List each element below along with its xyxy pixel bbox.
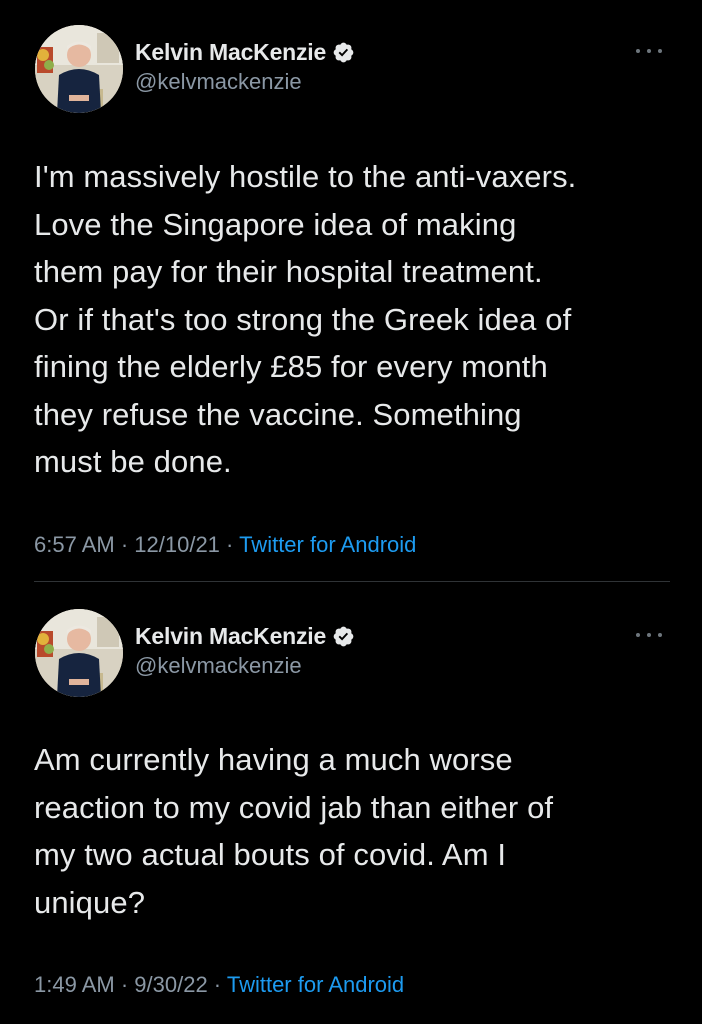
author-name[interactable]: Kelvin MacKenzie bbox=[135, 623, 326, 650]
tweet[interactable]: Kelvin MacKenzie @kelvmackenzie I'm mass… bbox=[0, 0, 702, 582]
divider bbox=[34, 581, 670, 582]
tweet-author[interactable]: Kelvin MacKenzie @kelvmackenzie bbox=[135, 37, 355, 95]
meta-separator: · bbox=[114, 972, 135, 997]
tweet-metadata: 1:49 AM · 9/30/22 · Twitter for Android bbox=[34, 972, 404, 998]
author-handle[interactable]: @kelvmackenzie bbox=[135, 69, 355, 95]
profile-photo-icon bbox=[35, 25, 123, 113]
source-link[interactable]: Twitter for Android bbox=[239, 532, 416, 557]
author-name[interactable]: Kelvin MacKenzie bbox=[135, 39, 326, 66]
source-link[interactable]: Twitter for Android bbox=[227, 972, 404, 997]
meta-separator: · bbox=[207, 972, 227, 997]
tweet-time[interactable]: 6:57 AM bbox=[34, 532, 115, 557]
verified-badge-icon bbox=[333, 42, 354, 62]
tweet-time[interactable]: 1:49 AM bbox=[34, 972, 115, 997]
tweet-metadata: 6:57 AM · 12/10/21 · Twitter for Android bbox=[34, 532, 416, 558]
author-handle[interactable]: @kelvmackenzie bbox=[135, 653, 355, 679]
tweet[interactable]: Kelvin MacKenzie @kelvmackenzie Am curre… bbox=[0, 584, 702, 1024]
verified-badge-icon bbox=[333, 626, 354, 646]
profile-photo-icon bbox=[35, 609, 123, 697]
tweet-text: Am currently having a much worse reactio… bbox=[34, 742, 554, 920]
more-options-icon[interactable] bbox=[636, 46, 662, 56]
avatar[interactable] bbox=[35, 25, 123, 113]
tweet-date[interactable]: 9/30/22 bbox=[134, 972, 207, 997]
tweet-text: I'm massively hostile to the anti-vaxers… bbox=[34, 159, 577, 479]
meta-separator: · bbox=[114, 532, 135, 557]
meta-separator: · bbox=[219, 532, 240, 557]
tweet-author[interactable]: Kelvin MacKenzie @kelvmackenzie bbox=[135, 621, 355, 679]
more-options-icon[interactable] bbox=[636, 630, 662, 640]
avatar[interactable] bbox=[35, 609, 123, 697]
tweet-date[interactable]: 12/10/21 bbox=[134, 532, 220, 557]
